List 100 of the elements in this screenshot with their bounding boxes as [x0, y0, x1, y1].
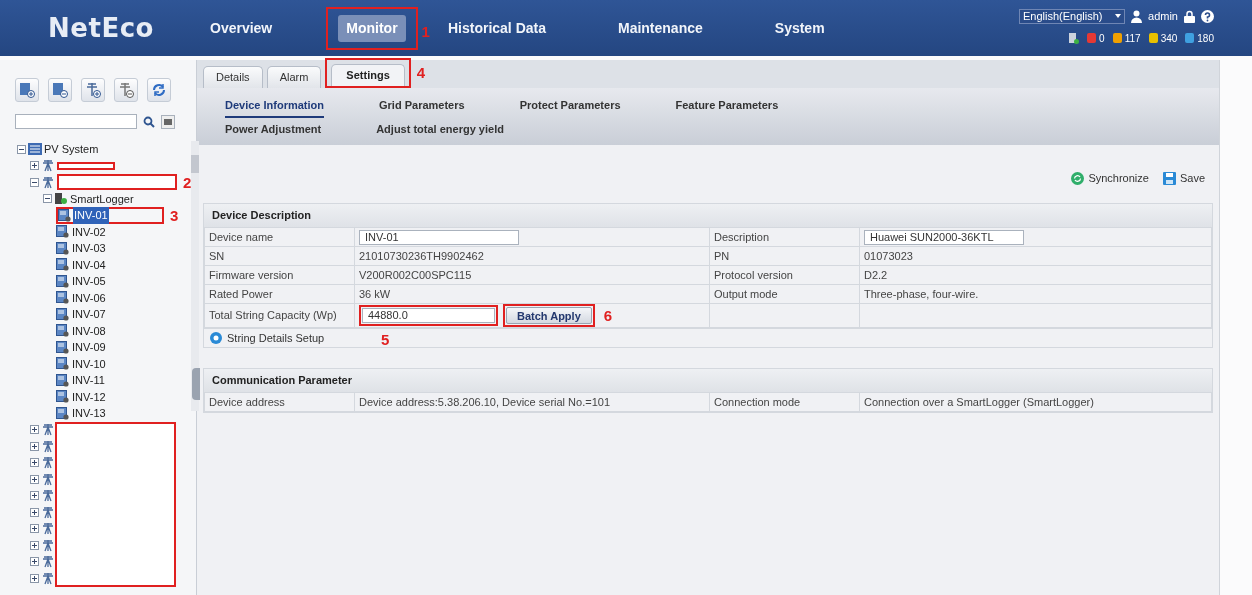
field-label: Firmware version: [204, 265, 355, 285]
alarm-count[interactable]: 340: [1160, 30, 1178, 46]
tree-item[interactable]: INV-05: [71, 273, 107, 290]
collapse-icon[interactable]: [43, 194, 52, 204]
field-value: 36 kW: [354, 284, 710, 304]
field-label: Output mode: [709, 284, 860, 304]
expand-icon[interactable]: [30, 425, 39, 435]
subtab[interactable]: Protect Parameters: [519, 94, 621, 118]
subtab[interactable]: Grid Parameters: [379, 94, 465, 118]
batch-apply-button[interactable]: Batch Apply: [506, 307, 592, 324]
collapse-icon[interactable]: [30, 177, 39, 187]
tree-item[interactable]: INV-02: [71, 223, 107, 240]
tab[interactable]: Settings: [331, 63, 405, 86]
collapse-icon[interactable]: [17, 144, 26, 154]
inverter-icon: [56, 291, 69, 305]
nav-tab[interactable]: Historical Data: [439, 14, 554, 42]
inverter-icon: [56, 258, 69, 272]
tree-item[interactable]: INV-03: [71, 240, 107, 257]
image-button[interactable]: [161, 114, 175, 129]
nav-tab[interactable]: Overview: [202, 14, 281, 42]
callout-number: 5: [381, 332, 390, 347]
inverter-icon: [56, 241, 69, 255]
expand-icon[interactable]: [30, 161, 39, 171]
subtab[interactable]: Feature Parameters: [675, 94, 779, 118]
field-label: Device name: [204, 227, 355, 247]
alarm-count[interactable]: 180: [1197, 30, 1214, 46]
expand-icon[interactable]: [30, 540, 39, 550]
tree-item[interactable]: INV-13: [71, 405, 107, 422]
section-title: Communication Parameter: [204, 369, 1212, 392]
field-value: Device address:5.38.206.10, Device serial No.=101: [354, 392, 710, 412]
scroll-thumb[interactable]: [191, 155, 200, 173]
callout-number: 6: [603, 308, 613, 323]
synchronize-button[interactable]: Synchronize: [1071, 171, 1149, 185]
tree-item[interactable]: INV-11: [71, 372, 106, 389]
subtab[interactable]: Device Information: [225, 94, 325, 118]
inverter-icon: [56, 373, 69, 387]
add-station-icon: [85, 82, 101, 98]
tree-item[interactable]: INV-01: [73, 207, 109, 224]
language-select[interactable]: English(English): [1019, 8, 1126, 24]
expand-icon[interactable]: [30, 507, 39, 517]
tower-icon: [41, 522, 55, 536]
capacity-field[interactable]: 44880.0: [362, 308, 495, 323]
add-station-button[interactable]: [81, 78, 105, 102]
tower-icon: [41, 571, 55, 585]
subtab[interactable]: Adjust total energy yield: [376, 118, 504, 142]
tower-icon: [41, 439, 55, 453]
tree-item[interactable]: INV-06: [71, 289, 107, 306]
subtab[interactable]: Power Adjustment: [225, 118, 322, 142]
scrollbar[interactable]: [191, 141, 200, 411]
tab[interactable]: Details: [203, 65, 263, 88]
user-icon: [1131, 9, 1143, 23]
alarm-count[interactable]: 0: [1099, 30, 1105, 46]
remove-station-button[interactable]: [114, 78, 138, 102]
inverter-icon: [56, 357, 69, 371]
callout-number: 4: [416, 65, 426, 80]
field-label: Description: [709, 227, 860, 247]
user-menu[interactable]: admin: [1148, 8, 1178, 25]
search-field[interactable]: [15, 114, 137, 129]
nav-tab[interactable]: System: [766, 14, 833, 42]
expand-icon[interactable]: [30, 474, 39, 484]
field-label: Connection mode: [709, 392, 860, 412]
field-label: SN: [204, 246, 355, 266]
logo: NetEco: [47, 11, 155, 45]
expand-icon[interactable]: [30, 557, 39, 567]
tower-icon: [41, 505, 55, 519]
save-button[interactable]: Save: [1162, 171, 1205, 185]
tree-item[interactable]: SmartLogger: [70, 190, 134, 207]
tree-item[interactable]: PV System: [44, 141, 99, 158]
expand-icon[interactable]: [30, 573, 39, 583]
collapse-handle[interactable]: [192, 368, 200, 400]
tower-icon: [41, 175, 55, 189]
field-value: 01073023: [859, 246, 1212, 266]
expand-icon[interactable]: [30, 441, 39, 451]
add-inverter-button[interactable]: [15, 78, 39, 102]
callout-number: 3: [170, 207, 179, 223]
tree-item[interactable]: INV-04: [71, 256, 107, 273]
alarm-count[interactable]: 117: [1124, 30, 1141, 46]
help-icon[interactable]: [1201, 9, 1214, 23]
tower-icon: [41, 423, 55, 437]
tree-item[interactable]: INV-12: [71, 388, 107, 405]
field-label: Protocol version: [709, 265, 860, 285]
search-icon[interactable]: [143, 115, 155, 128]
tower-icon: [41, 159, 55, 173]
remove-inverter-button[interactable]: [48, 78, 72, 102]
refresh-button[interactable]: [147, 78, 171, 102]
tab[interactable]: Alarm: [266, 65, 322, 88]
tree-item[interactable]: INV-10: [71, 355, 107, 372]
expand-icon[interactable]: [30, 458, 39, 468]
expand-icon[interactable]: [30, 524, 39, 534]
string-setup-link[interactable]: String Details Setup: [227, 329, 325, 347]
lock-icon[interactable]: [1184, 9, 1195, 23]
sync-icon: [1071, 171, 1085, 185]
tree-item[interactable]: INV-09: [71, 339, 107, 356]
tree-item[interactable]: INV-08: [71, 322, 107, 339]
tree-item[interactable]: INV-07: [71, 306, 107, 323]
text-field[interactable]: Huawei SUN2000-36KTL: [864, 229, 1024, 245]
text-field[interactable]: INV-01: [359, 229, 519, 245]
expand-icon[interactable]: [30, 491, 39, 501]
nav-tab[interactable]: Maintenance: [610, 14, 711, 42]
field-value: Connection over a SmartLogger (SmartLogger): [859, 392, 1212, 412]
